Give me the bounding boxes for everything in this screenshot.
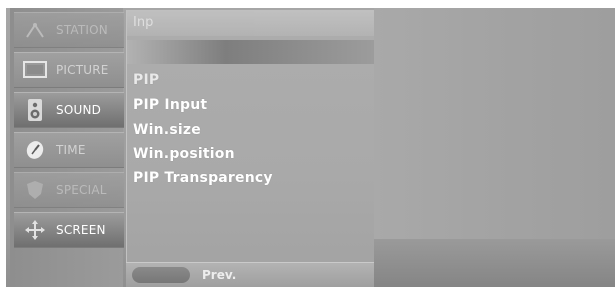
menu-item-pip[interactable]: PIP (133, 72, 159, 88)
sidebar-item-time[interactable]: TIME (14, 132, 124, 168)
sidebar-item-label: SCREEN (56, 223, 106, 237)
prev-label: Prev. (202, 268, 237, 282)
clock-icon (20, 136, 50, 164)
prev-button-icon[interactable] (132, 267, 190, 283)
monitor-icon (20, 56, 50, 84)
menu-header: Inp (127, 10, 374, 36)
prev-bar[interactable]: Prev. (126, 262, 374, 287)
sidebar-item-label: TIME (56, 143, 86, 157)
shield-icon (20, 176, 50, 204)
menu-item-win-size[interactable]: Win.size (133, 122, 201, 138)
speaker-icon (20, 96, 50, 124)
menu-highlight-bar[interactable] (127, 40, 374, 64)
menu-item-pip-input[interactable]: PIP Input (133, 97, 207, 113)
tv-picture-area (374, 8, 615, 287)
picture-bottom-band (374, 239, 615, 287)
sidebar-item-sound[interactable]: SOUND (14, 92, 124, 128)
sidebar-item-label: PICTURE (56, 63, 109, 77)
sidebar-item-label: STATION (56, 23, 108, 37)
sidebar-item-picture[interactable]: PICTURE (14, 52, 124, 88)
move-arrows-icon (20, 216, 50, 244)
screen-menu-panel: Inp PIP PIP Input Win.size Win.position … (126, 10, 374, 287)
sidebar-item-label: SPECIAL (56, 183, 107, 197)
sidebar: STATION PICTURE SOUND TIME SPECIAL SCREE… (10, 8, 124, 287)
sidebar-item-label: SOUND (56, 103, 102, 117)
sidebar-item-screen[interactable]: SCREEN (14, 212, 124, 248)
sidebar-item-special[interactable]: SPECIAL (14, 172, 124, 208)
menu-item-pip-transparency[interactable]: PIP Transparency (133, 170, 273, 186)
sidebar-item-station[interactable]: STATION (14, 12, 124, 48)
antenna-icon (20, 16, 50, 44)
menu-item-win-position[interactable]: Win.position (133, 146, 235, 162)
tv-screen: STATION PICTURE SOUND TIME SPECIAL SCREE… (6, 8, 615, 287)
